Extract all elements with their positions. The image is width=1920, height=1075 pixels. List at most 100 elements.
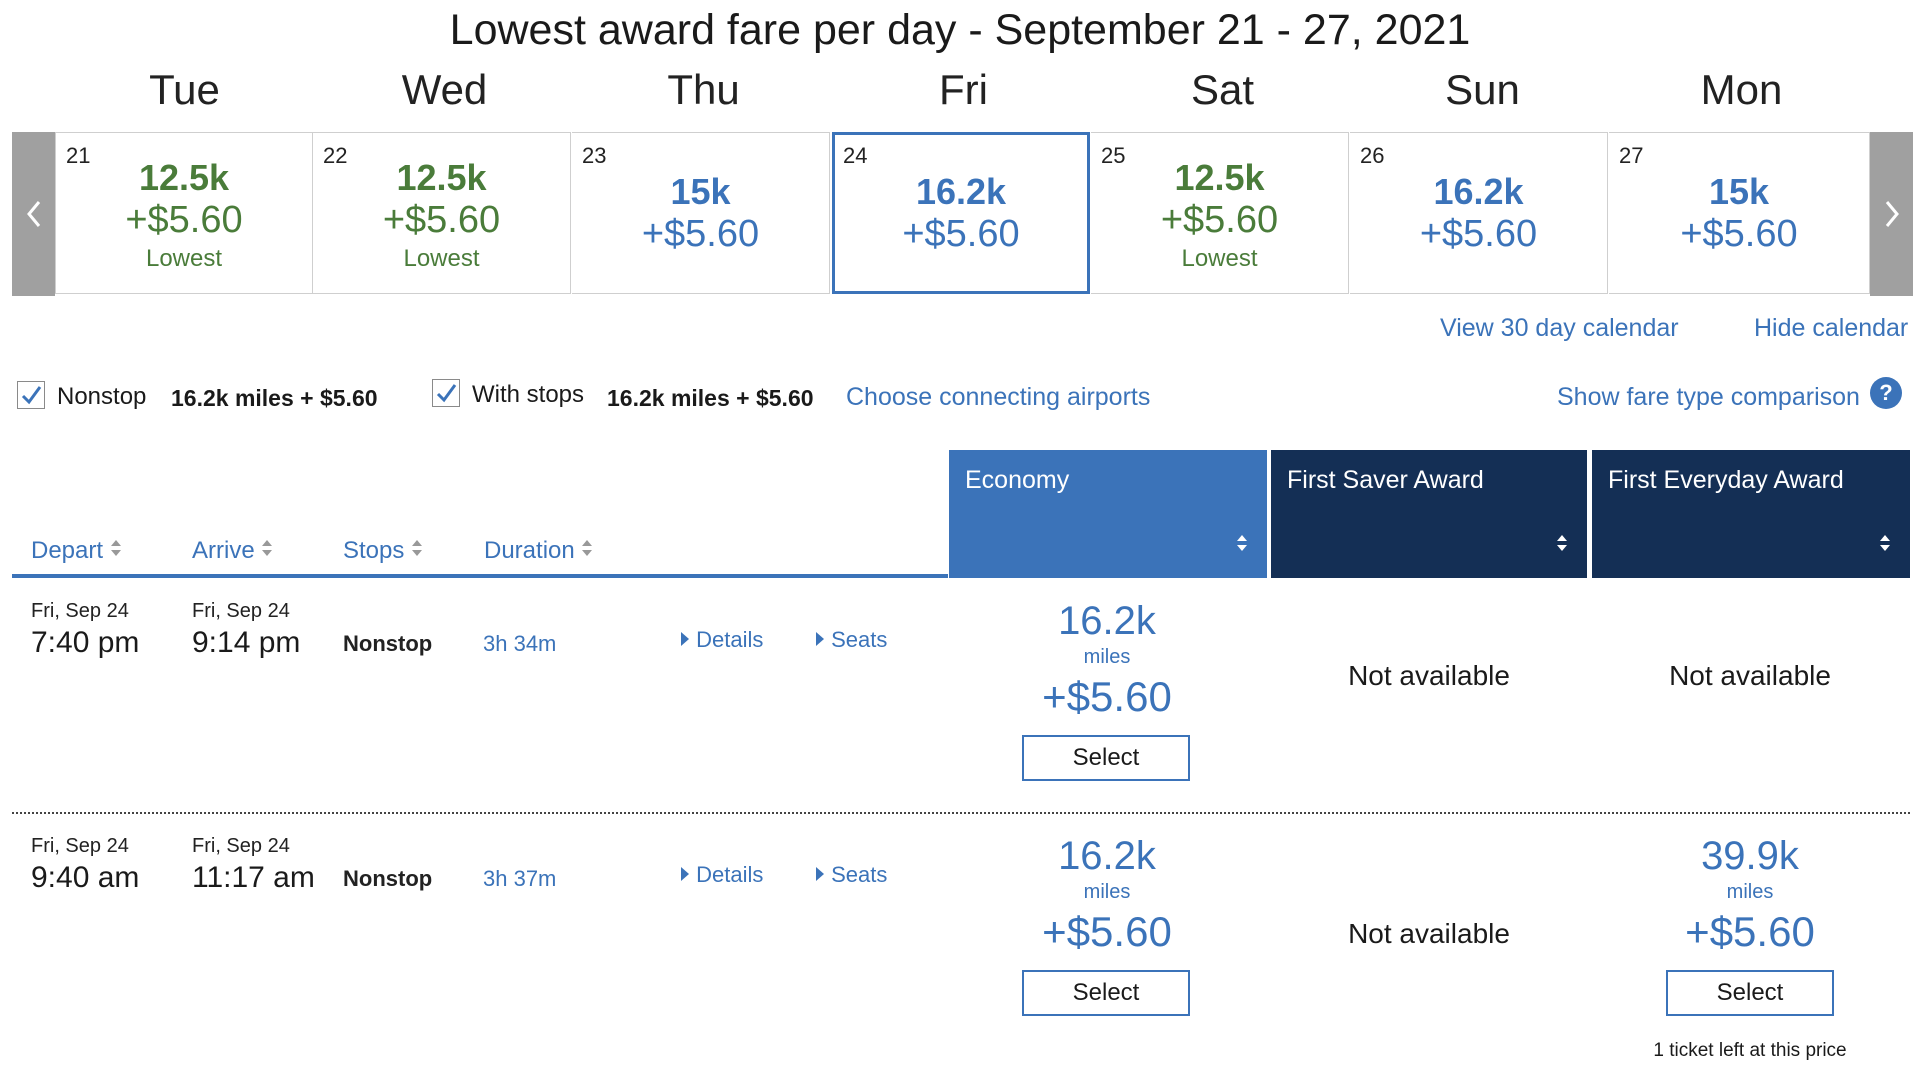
first-everyday-fee: +$5.60 [1685, 908, 1815, 955]
hide-calendar-link[interactable]: Hide calendar [1754, 314, 1908, 343]
day-fee: +$5.60 [1680, 213, 1798, 255]
day-name-tue: Tue [149, 66, 220, 113]
seats-link[interactable]: Seats [815, 862, 887, 888]
duration-value: 3h 37m [483, 866, 557, 891]
day-fee: +$5.60 [382, 199, 501, 241]
triangle-right-icon [816, 632, 824, 646]
calendar-next-button[interactable] [1870, 132, 1913, 296]
triangle-right-icon [816, 867, 824, 881]
first-saver-not-available: Not available [1348, 660, 1510, 691]
depart-date: Fri, Sep 24 [31, 600, 129, 622]
arrive-date: Fri, Sep 24 [192, 600, 290, 622]
arrive-time: 11:17 am [192, 861, 315, 894]
with-stops-checkbox[interactable] [432, 379, 460, 407]
sort-icon [412, 540, 423, 556]
nonstop-checkbox[interactable] [17, 381, 45, 409]
day-lowest-note: Lowest [1181, 245, 1258, 272]
economy-miles-unit: miles [1083, 881, 1131, 903]
day-fee: +$5.60 [641, 213, 760, 255]
day-fee: +$5.60 [1419, 213, 1538, 255]
stops-value: Nonstop [343, 631, 433, 656]
duration-header-label: Duration [484, 537, 575, 564]
day-miles: 16.2k [915, 171, 1007, 212]
first-everyday-not-available: Not available [1669, 660, 1831, 691]
seats-link[interactable]: Seats [815, 627, 887, 653]
with-stops-price: 16.2k miles + $5.60 [607, 385, 814, 411]
sort-depart[interactable]: Depart [31, 537, 122, 565]
show-fare-type-comparison-link[interactable]: Show fare type comparison [1557, 383, 1860, 412]
details-link[interactable]: Details [680, 627, 763, 653]
choose-connecting-airports-link[interactable]: Choose connecting airports [846, 383, 1150, 412]
triangle-right-icon [681, 867, 689, 881]
day-name-fri: Fri [939, 66, 988, 113]
seats-label: Seats [831, 862, 888, 887]
first-saver-header-label: First Saver Award [1287, 466, 1484, 494]
arrive-date: Fri, Sep 24 [192, 835, 290, 857]
economy-miles-unit: miles [1083, 646, 1131, 668]
depart-time: 7:40 pm [31, 626, 140, 659]
with-stops-label: With stops [472, 381, 585, 408]
economy-select-button[interactable]: Select [1022, 735, 1190, 781]
calendar-day-22[interactable]: 22 12.5k +$5.60 Lowest [313, 132, 571, 294]
first-saver-column-header[interactable]: First Saver Award [1271, 450, 1587, 578]
day-number: 27 [1619, 143, 1644, 168]
economy-fee: +$5.60 [1042, 908, 1172, 955]
row-separator [12, 812, 1910, 814]
sort-icon [1557, 535, 1567, 551]
stops-header-label: Stops [343, 537, 405, 564]
triangle-right-icon [681, 632, 689, 646]
nonstop-label: Nonstop [57, 383, 147, 410]
sort-icon [582, 540, 593, 556]
economy-select-button[interactable]: Select [1022, 970, 1190, 1016]
sort-icon [262, 540, 273, 556]
help-icon[interactable]: ? [1870, 377, 1902, 409]
depart-time: 9:40 am [31, 861, 140, 894]
calendar-day-25[interactable]: 25 12.5k +$5.60 Lowest [1091, 132, 1349, 294]
first-saver-not-available: Not available [1348, 918, 1510, 949]
day-lowest-note: Lowest [145, 245, 223, 272]
day-name-sat: Sat [1190, 66, 1255, 113]
calendar-day-23[interactable]: 23 15k +$5.60 [572, 132, 830, 294]
first-everyday-select-button[interactable]: Select [1666, 970, 1834, 1016]
day-lowest-note: Lowest [403, 245, 480, 272]
calendar-day-27[interactable]: 27 15k +$5.60 [1609, 132, 1870, 294]
economy-column-header[interactable]: Economy [949, 450, 1267, 578]
duration-value: 3h 34m [483, 631, 557, 656]
calendar-day-26[interactable]: 26 16.2k +$5.60 [1350, 132, 1608, 294]
day-name-mon: Mon [1700, 66, 1783, 113]
day-miles: 12.5k [1174, 157, 1265, 198]
day-number: 24 [843, 143, 868, 168]
first-everyday-miles-unit: miles [1726, 881, 1774, 903]
first-everyday-column-header[interactable]: First Everyday Award [1592, 450, 1910, 578]
arrive-time: 9:14 pm [192, 626, 301, 659]
day-name-sun: Sun [1445, 66, 1520, 113]
calendar-prev-button[interactable] [12, 132, 55, 296]
details-link[interactable]: Details [680, 862, 763, 888]
day-name-wed: Wed [401, 66, 488, 113]
calendar-day-21[interactable]: 21 12.5k +$5.60 Lowest [55, 132, 313, 294]
economy-miles: 16.2k [1058, 599, 1156, 643]
arrive-header-label: Arrive [192, 537, 255, 564]
details-label: Details [696, 627, 764, 652]
day-miles: 12.5k [138, 157, 230, 198]
checkmark-icon [436, 384, 457, 403]
nonstop-price: 16.2k miles + $5.60 [171, 385, 378, 411]
day-miles: 16.2k [1433, 171, 1524, 212]
sort-duration[interactable]: Duration [484, 537, 593, 565]
sort-icon [1880, 535, 1890, 551]
sort-stops[interactable]: Stops [343, 537, 423, 565]
ticket-left-note: 1 ticket left at this price [1653, 1040, 1847, 1061]
calendar-day-24[interactable]: 24 16.2k +$5.60 [832, 132, 1090, 294]
economy-header-label: Economy [965, 466, 1070, 494]
day-miles: 12.5k [396, 157, 487, 198]
stops-value: Nonstop [343, 866, 433, 891]
details-label: Details [696, 862, 764, 887]
day-number: 23 [582, 143, 607, 168]
chevron-right-icon [1885, 201, 1899, 227]
sort-arrive[interactable]: Arrive [192, 537, 273, 565]
view-30-day-calendar-link[interactable]: View 30 day calendar [1440, 314, 1679, 343]
header-underline [12, 574, 948, 578]
checkmark-icon [21, 386, 42, 405]
first-everyday-header-label: First Everyday Award [1608, 466, 1844, 494]
chevron-left-icon [26, 201, 40, 227]
